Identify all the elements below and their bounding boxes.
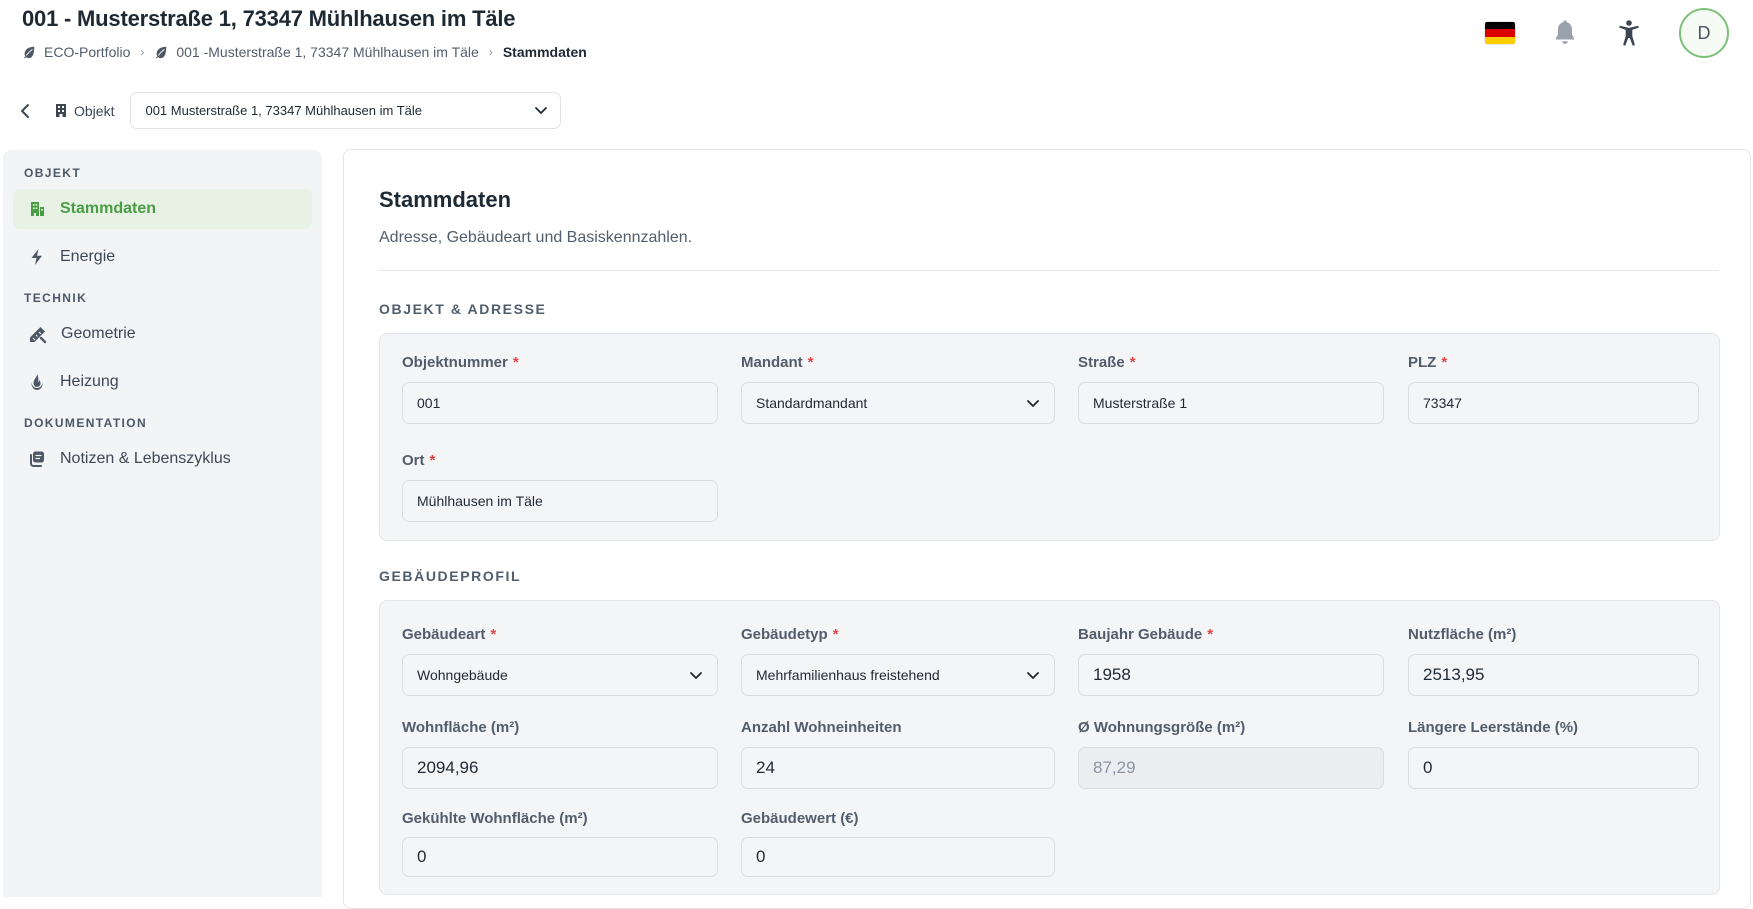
field-label-wohneinheiten: Anzahl Wohneinheiten [741,719,902,736]
field-label-strasse: Straße * [1078,354,1136,371]
german-flag-icon[interactable] [1485,22,1515,44]
field-label-gebaeudeart: Gebäudeart * [402,626,497,643]
breadcrumb-label: ECO-Portfolio [44,44,131,60]
nutzflaeche-input[interactable]: 2513,95 [1408,654,1699,696]
flame-icon [31,374,43,390]
chevron-left-icon [21,103,29,118]
field-label-nutzflaeche: Nutzfläche (m²) [1408,626,1517,643]
sidebar-section-dokumentation: DOKUMENTATION [24,416,148,430]
page-title: 001 - Musterstraße 1, 73347 Mühlhausen i… [22,6,516,31]
breadcrumb: ECO-Portfolio › 001 -Musterstraße 1, 733… [22,44,587,60]
divider [379,270,1719,271]
sidebar-item-label: Stammdaten [60,200,157,217]
field-label-ort: Ort * [402,452,436,469]
field-label-baujahr: Baujahr Gebäude * [1078,626,1214,643]
object-selector-row: Objekt 001 Musterstraße 1, 73347 Mühlhau… [14,92,562,129]
sidebar: OBJEKT Stammdaten Energie TECHNIK Geomet… [3,150,322,897]
gebaeudeart-select[interactable]: Wohngebäude [402,654,718,696]
sidebar-item-energie[interactable]: Energie [13,237,312,277]
page-header: 001 - Musterstraße 1, 73347 Mühlhausen i… [0,0,1753,80]
plz-input[interactable]: 73347 [1408,382,1699,424]
breadcrumb-eco-portfolio[interactable]: ECO-Portfolio [22,44,130,60]
leerstaende-input[interactable]: 0 [1408,747,1699,789]
chevron-down-icon [1027,399,1039,407]
accessibility-button[interactable] [1615,19,1643,47]
wohneinheiten-input[interactable]: 24 [741,747,1055,789]
field-label-leerstaende: Längere Leerstände (%) [1408,719,1579,736]
field-label-wohnflaeche: Wohnfläche (m²) [402,719,520,736]
object-select[interactable]: 001 Musterstraße 1, 73347 Mühlhausen im … [130,92,562,129]
bolt-icon [31,249,42,265]
header-actions: D [1485,8,1729,58]
field-label-mandant: Mandant * [741,354,814,371]
wohnflaeche-input[interactable]: 2094,96 [402,747,718,789]
field-label-gebaeudewert: Gebäudewert (€) [741,810,859,827]
chevron-down-icon [535,107,548,114]
gebaeudetyp-select[interactable]: Mehrfamilienhaus freistehend [741,654,1055,696]
objektnummer-input[interactable]: 001 [402,382,718,424]
wohnungsgroesse-input: 87,29 [1078,747,1384,789]
required-marker: * [490,626,497,643]
panel-gebaeudeprofil: Gebäudeart * Wohngebäude Gebäudetyp * Mehr… [379,600,1720,895]
building-icon [56,104,66,117]
accessibility-icon [1619,20,1639,46]
field-label-objektnummer: Objektnummer * [402,354,519,371]
breadcrumb-label: 001 -Musterstraße 1, 73347 Mühlhausen im… [176,44,479,60]
notifications-button[interactable] [1551,19,1579,47]
avatar-initial: D [1697,22,1711,43]
main-card: Stammdaten Adresse, Gebäudeart und Basis… [343,149,1751,909]
section-subtitle: Adresse, Gebäudeart und Basiskennzahlen. [379,229,693,246]
chevron-right-icon: › [140,45,145,59]
required-marker: * [807,354,814,371]
required-marker: * [1441,354,1448,371]
baujahr-input[interactable]: 1958 [1078,654,1384,696]
section-title: Stammdaten [379,187,512,212]
back-button[interactable] [14,100,36,122]
sidebar-section-technik: TECHNIK [24,291,88,305]
strasse-input[interactable]: Musterstraße 1 [1078,382,1384,424]
object-label-text: Objekt [74,102,115,119]
object-label: Objekt [54,103,114,119]
building-icon [31,202,44,216]
required-marker: * [1207,626,1214,643]
required-marker: * [832,626,839,643]
field-label-plz: PLZ * [1408,354,1448,371]
sidebar-item-stammdaten[interactable]: Stammdaten [13,189,312,229]
chevron-right-icon: › [488,45,493,59]
object-select-value: 001 Musterstraße 1, 73347 Mühlhausen im … [145,103,422,118]
field-label-wohnungsgroesse: Ø Wohnungsgröße (m²) [1078,719,1246,736]
sidebar-item-heizung[interactable]: Heizung [13,362,312,402]
leaf-icon [23,46,35,59]
sidebar-section-objekt: OBJEKT [24,166,82,180]
required-marker: * [512,354,519,371]
mandant-select[interactable]: Standardmandant [741,382,1055,424]
sidebar-item-label: Energie [60,248,116,265]
avatar[interactable]: D [1679,8,1729,58]
ort-input[interactable]: Mühlhausen im Täle [402,480,718,522]
section-label-gebaeudeprofil: GEBÄUDEPROFIL [379,568,522,584]
notes-icon [30,451,44,467]
gebaeudewert-input[interactable]: 0 [741,837,1055,877]
bell-icon [1556,20,1574,44]
leaf-icon [156,46,167,59]
breadcrumb-object[interactable]: 001 -Musterstraße 1, 73347 Mühlhausen im… [154,44,479,60]
required-marker: * [1129,354,1136,371]
sidebar-item-label: Geometrie [61,325,136,342]
ruler-pencil-icon [30,326,47,343]
sidebar-item-label: Heizung [60,373,119,390]
breadcrumb-current: Stammdaten [502,44,587,60]
section-label-objekt-adresse: OBJEKT & ADRESSE [379,301,547,317]
required-marker: * [429,452,436,469]
gekuehlte-wohnflaeche-input[interactable]: 0 [402,837,718,877]
panel-objekt-adresse: Objektnummer * 001 Mandant * Standardmanda… [379,333,1720,541]
sidebar-item-notizen[interactable]: Notizen & Lebenszyklus [13,439,312,479]
chevron-down-icon [1027,671,1039,679]
sidebar-item-geometrie[interactable]: Geometrie [13,314,312,354]
chevron-down-icon [690,671,702,679]
sidebar-item-label: Notizen & Lebenszyklus [60,450,231,467]
field-label-gebaeudetyp: Gebäudetyp * [741,626,839,643]
field-label-gekuehlte-wohnflaeche: Gekühlte Wohnfläche (m²) [402,810,588,827]
